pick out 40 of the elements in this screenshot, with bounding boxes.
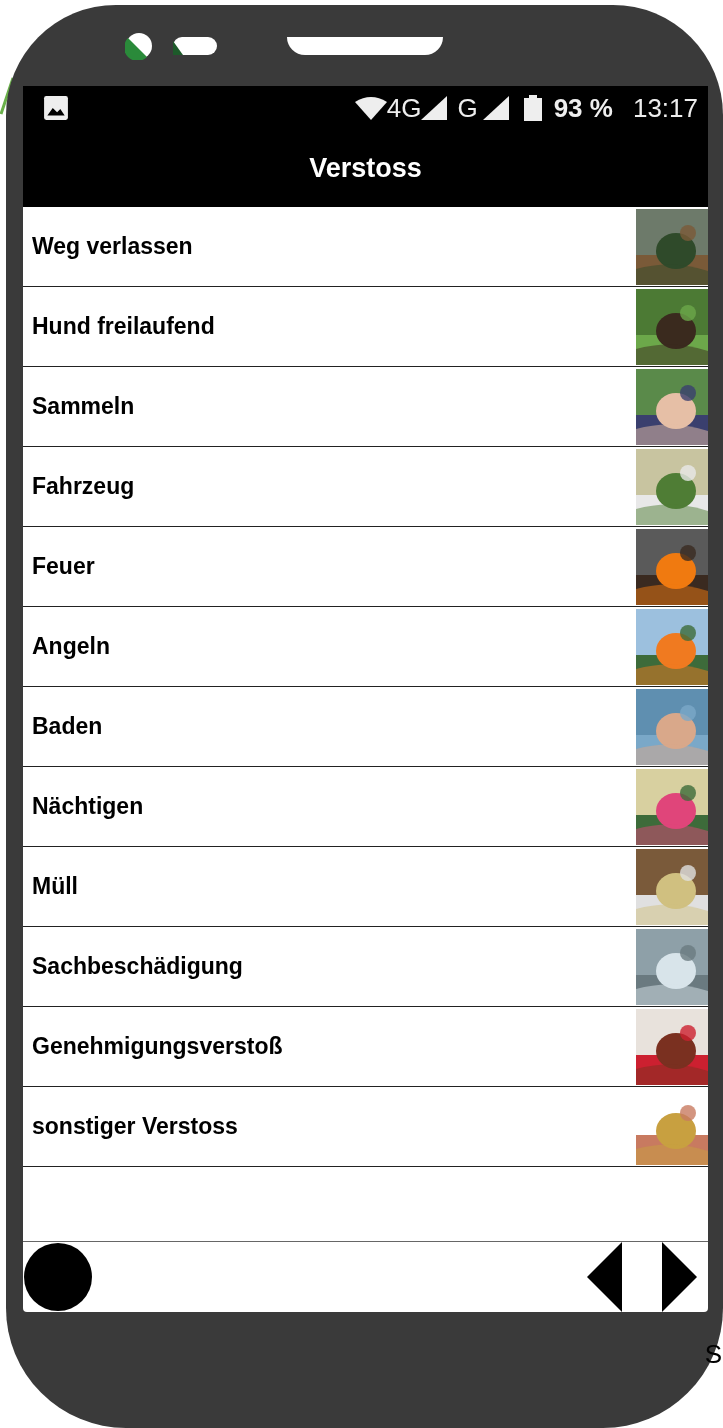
- item-label: Hund freilaufend: [31, 313, 215, 340]
- item-label: Sachbeschädigung: [31, 953, 243, 980]
- signal-icon: [481, 96, 510, 120]
- right-arrow-button[interactable]: [662, 1242, 697, 1312]
- network-type: 4G: [386, 92, 422, 124]
- clock: 13:17: [632, 92, 698, 124]
- network-type: G: [457, 92, 478, 124]
- item-label: Müll: [31, 873, 78, 900]
- camera-icon: [125, 31, 153, 60]
- item-label: Genehmigungsverstoß: [31, 1033, 283, 1060]
- item-label: Baden: [31, 713, 103, 740]
- item-label: Nächtigen: [31, 793, 144, 820]
- list-item[interactable]: Angeln: [23, 607, 708, 687]
- item-label: Sammeln: [31, 393, 135, 420]
- list-item[interactable]: Hund freilaufend: [23, 287, 708, 367]
- image-icon: [43, 95, 69, 121]
- list-item[interactable]: Feuer: [23, 527, 708, 607]
- signal-icon: [421, 96, 448, 120]
- wifi-icon: [354, 96, 387, 120]
- left-arrow-button[interactable]: [587, 1242, 622, 1312]
- list-item[interactable]: Nächtigen: [23, 767, 708, 847]
- list-item[interactable]: Sachbeschädigung: [23, 927, 708, 1007]
- circle-button[interactable]: [23, 1242, 93, 1312]
- curve-line: [0, 76, 14, 116]
- list-item[interactable]: sonstiger Verstoss: [23, 1087, 708, 1167]
- list-item[interactable]: Baden: [23, 687, 708, 767]
- item-label: Weg verlassen: [31, 233, 193, 260]
- list-item[interactable]: Sammeln: [23, 367, 708, 447]
- list-item[interactable]: Fahrzeug: [23, 447, 708, 527]
- sensor-icon: [173, 36, 217, 55]
- item-label: Fahrzeug: [31, 473, 135, 500]
- item-label: sonstiger Verstoss: [31, 1113, 238, 1140]
- item-label: Angeln: [31, 633, 110, 660]
- screen-title: Verstoss: [309, 153, 422, 184]
- battery-level: 93 %: [553, 92, 613, 124]
- list-item[interactable]: Weg verlassen: [23, 207, 708, 287]
- list-item[interactable]: Genehmigungsverstoß: [23, 1007, 708, 1087]
- item-label: Feuer: [31, 553, 95, 580]
- battery-icon: [523, 95, 542, 121]
- list-item[interactable]: Müll: [23, 847, 708, 927]
